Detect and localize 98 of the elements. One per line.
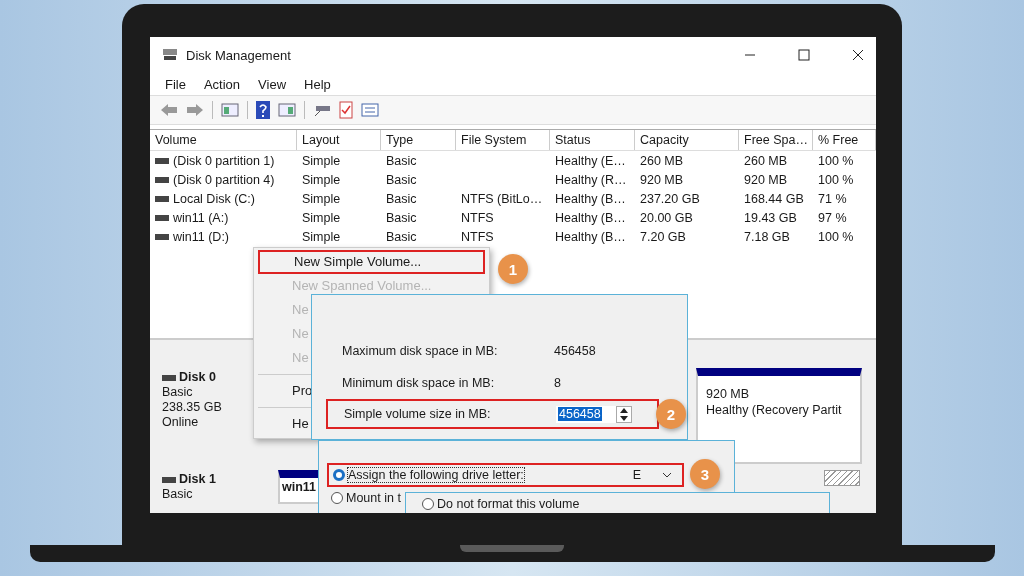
column-header[interactable]: File System [456,130,550,150]
partition-box[interactable]: 920 MB Healthy (Recovery Partit [696,368,862,464]
context-menu-item[interactable]: He [258,412,315,436]
table-cell-text: 168.44 GB [743,191,805,206]
table-cell-text: Healthy (B… [554,191,627,206]
disk-size: 238.35 GB [162,400,223,415]
table-cell-text: Simple [301,172,342,187]
radio-button[interactable] [422,498,434,510]
chevron-down-icon[interactable] [662,472,672,478]
drive-icon [162,374,176,381]
column-header[interactable]: Volume [150,130,297,150]
table-cell-text: 100 % [817,229,855,244]
column-header[interactable]: Free Spa… [739,130,813,150]
field-label: Simple volume size in MB: [343,407,492,421]
table-cell-text: Basic [385,229,418,244]
field-value: 456458 [554,344,596,358]
field-label: Maximum disk space in MB: [341,344,499,358]
table-cell-text: 920 MB [743,172,789,187]
context-menu-item[interactable]: New Simple Volume... [258,250,485,274]
step-number-badge: 2 [656,399,686,429]
table-cell-text: 19.43 GB [743,210,798,225]
column-header[interactable]: Layout [297,130,381,150]
disk-drive-icon[interactable] [313,103,331,117]
checklist-icon[interactable] [339,101,353,119]
window-title: Disk Management [186,47,291,63]
radio-button[interactable] [331,492,343,504]
table-cell-text: NTFS (BitLo… [460,191,544,206]
radio-button[interactable] [333,469,345,481]
partition-label: win11 [282,479,318,495]
table-cell-text: Basic [385,153,418,168]
table-cell-text: Healthy (R… [554,172,628,187]
column-header[interactable]: % Free [813,130,876,150]
column-header[interactable]: Capacity [635,130,739,150]
table-cell-text: NTFS [460,229,495,244]
table-cell-text: 100 % [817,172,855,187]
table-cell-text: Basic [385,191,418,206]
table-cell-text: 20.00 GB [639,210,694,225]
down-arrow-icon[interactable] [619,415,628,421]
table-cell-text: Healthy (B… [554,210,627,225]
close-icon[interactable] [852,49,864,61]
menu-item[interactable]: Help [304,76,331,92]
disk-name: Disk 0 [179,370,216,385]
column-header[interactable]: Type [381,130,456,150]
maximize-icon[interactable] [798,49,810,61]
size-spinner[interactable]: 456458 [556,405,632,423]
menu-item[interactable]: View [258,76,287,92]
partition-status: Healthy (Recovery Partit [706,402,843,418]
drive-icon [155,233,169,240]
table-cell-text: 7.18 GB [743,229,791,244]
drive-icon [162,476,176,483]
drive-icon [155,214,169,221]
table-cell-text: 7.20 GB [639,229,687,244]
partition-size: 920 MB [706,386,751,402]
menu-item[interactable]: File [165,76,186,92]
table-cell-text: 260 MB [743,153,789,168]
option-label: Mount in t [346,491,401,505]
table-cell-text: Simple [301,153,342,168]
table-cell-text: 97 % [817,210,848,225]
drive-icon [155,176,169,183]
table-cell-text: 71 % [817,191,848,206]
menu-item[interactable]: Action [203,76,241,92]
table-cell: (Disk 0 partition 4) [173,172,275,187]
drive-icon [155,157,169,164]
back-arrow-icon[interactable] [160,103,178,117]
field-label: Minimum disk space in MB: [341,376,496,390]
table-cell-text: Basic [385,172,418,187]
step-number-badge: 3 [690,459,720,489]
drive-letter-dropdown[interactable]: E [632,468,641,482]
table-cell: win11 (A:) [173,210,229,225]
table-cell-text: Simple [301,210,342,225]
up-arrow-icon[interactable] [619,407,628,413]
table-cell: (Disk 0 partition 1) [173,153,275,168]
column-header[interactable]: Status [550,130,635,150]
table-cell-text: 260 MB [639,153,685,168]
disk-status: Online [162,415,200,430]
table-cell-text: 920 MB [639,172,685,187]
table-cell: Local Disk (C:) [173,191,255,206]
table-cell-text: Simple [301,191,342,206]
option-label: Assign the following drive letter: [348,468,524,482]
table-cell: win11 (D:) [173,229,230,244]
disk-type: Basic [162,385,194,400]
drive-icon [155,195,169,202]
table-cell-text: 100 % [817,153,855,168]
table-cell-text: 237.20 GB [639,191,701,206]
disk-type: Basic [162,487,194,502]
step-number-badge: 1 [498,254,528,284]
table-cell-text: Simple [301,229,342,244]
table-cell-text: Healthy (B… [554,229,627,244]
table-cell-text: Basic [385,210,418,225]
table-cell-text: Healthy (E… [554,153,627,168]
disk-icon [162,48,178,62]
option-label: Do not format this volume [437,497,580,511]
table-cell-text: NTFS [460,210,495,225]
forward-arrow-icon[interactable] [186,103,204,117]
unallocated-space [824,470,860,486]
disk-name: Disk 1 [179,472,216,487]
help-icon[interactable] [256,101,270,119]
field-value: 8 [554,376,561,390]
